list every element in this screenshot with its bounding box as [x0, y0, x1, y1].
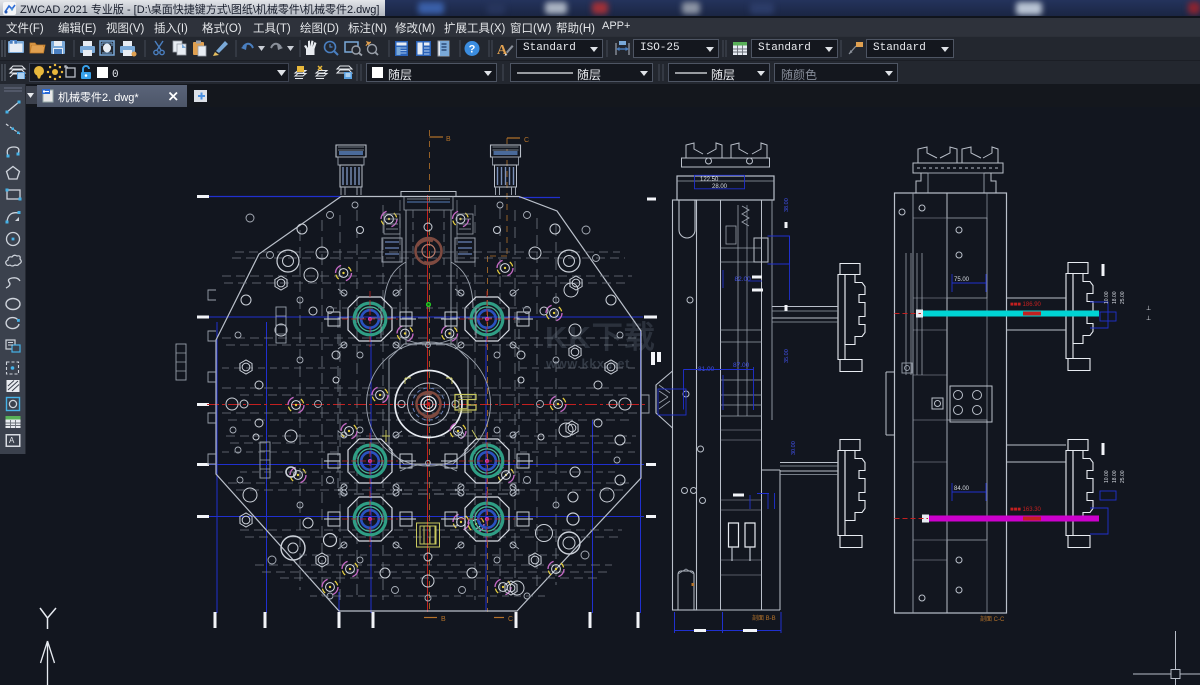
svg-text:10.00: 10.00: [1104, 291, 1110, 304]
svg-text:0: 0: [112, 69, 119, 81]
svg-text:30.00: 30.00: [791, 441, 797, 455]
svg-text:剖面 B-B: 剖面 B-B: [752, 614, 776, 622]
svg-text:10.00: 10.00: [1104, 470, 1110, 483]
svg-text:剖面 C-C: 剖面 C-C: [980, 615, 1005, 623]
svg-text:28.00: 28.00: [712, 184, 728, 190]
svg-text:■■■ 186.90: ■■■ 186.90: [1010, 302, 1042, 308]
svg-text:⊥: ⊥: [1146, 305, 1151, 312]
svg-text:B: B: [441, 616, 446, 623]
svg-text:B: B: [446, 136, 451, 143]
svg-text:18.00: 18.00: [1112, 470, 1118, 483]
svg-text:75.00: 75.00: [954, 277, 970, 283]
svg-text:35.00: 35.00: [784, 349, 790, 363]
svg-text:25.00: 25.00: [1120, 291, 1126, 304]
svg-text:84.00: 84.00: [954, 486, 970, 492]
svg-text:KK下载: KK下载: [545, 320, 656, 355]
svg-text:122.50: 122.50: [700, 177, 719, 183]
svg-text:82.00: 82.00: [735, 276, 752, 283]
svg-text:A: A: [497, 43, 508, 58]
svg-text:?: ?: [469, 44, 476, 56]
svg-text:25.00: 25.00: [1120, 470, 1126, 483]
svg-text:⊥: ⊥: [1146, 315, 1151, 322]
svg-text:C: C: [508, 616, 513, 623]
svg-text:38.00: 38.00: [784, 198, 790, 212]
svg-text:87.00: 87.00: [733, 362, 750, 369]
svg-text:18.00: 18.00: [1112, 291, 1118, 304]
svg-text:C: C: [524, 137, 529, 144]
svg-text:■■■ 163.30: ■■■ 163.30: [1010, 507, 1042, 513]
